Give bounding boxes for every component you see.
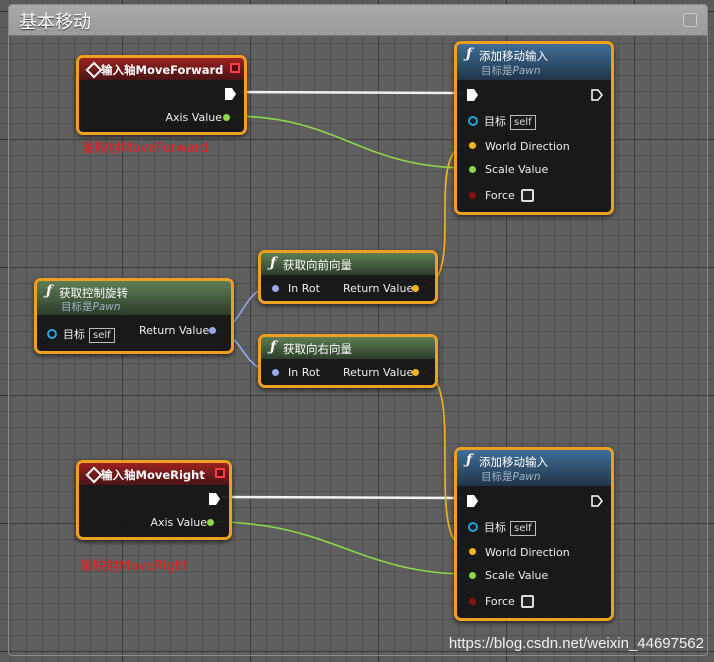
node-get-forward-vector[interactable]: ƒ 获取向前向量 In Rot Return Value bbox=[258, 250, 438, 304]
scale-value-label: Scale Value bbox=[485, 163, 549, 176]
force-label: Force bbox=[485, 595, 515, 608]
function-icon: ƒ bbox=[466, 452, 473, 468]
in-rot-label: In Rot bbox=[288, 282, 320, 295]
target-pin-row: 目标 self bbox=[63, 326, 115, 343]
scale-value-pin[interactable] bbox=[469, 166, 476, 173]
force-label: Force bbox=[485, 189, 515, 202]
scale-value-label: Scale Value bbox=[485, 569, 549, 582]
function-icon: ƒ bbox=[270, 255, 277, 271]
target-label: 目标 bbox=[484, 521, 506, 534]
node-get-right-vector[interactable]: ƒ 获取向右向量 In Rot Return Value bbox=[258, 334, 438, 388]
world-direction-pin[interactable] bbox=[469, 142, 476, 149]
world-direction-label: World Direction bbox=[485, 546, 570, 559]
node-header: ƒ 获取控制旋转 目标是Pawn bbox=[37, 281, 231, 315]
axis-value-pin[interactable] bbox=[207, 519, 214, 526]
target-default-box[interactable]: self bbox=[510, 115, 536, 130]
return-value-pin[interactable] bbox=[412, 369, 419, 376]
in-rot-label: In Rot bbox=[288, 366, 320, 379]
return-value-label: Return Value bbox=[343, 366, 414, 379]
node-subtitle: 目标是Pawn bbox=[481, 471, 541, 483]
axis-value-label: Axis Value bbox=[150, 516, 207, 529]
node-header: 输入轴MoveRight bbox=[79, 463, 229, 485]
force-checkbox[interactable] bbox=[521, 595, 534, 608]
node-input-axis-moveforward[interactable]: 输入轴MoveForward Axis Value bbox=[76, 55, 247, 135]
note-moveright: 轴映射MoveRight bbox=[80, 559, 189, 574]
node-title: 输入轴MoveForward bbox=[101, 63, 224, 77]
node-input-axis-moveright[interactable]: 输入轴MoveRight Axis Value bbox=[76, 460, 232, 540]
target-label: 目标 bbox=[484, 115, 506, 128]
event-diamond-icon bbox=[85, 61, 103, 79]
return-value-label: Return Value bbox=[343, 282, 414, 295]
scale-value-pin[interactable] bbox=[469, 572, 476, 579]
function-icon: ƒ bbox=[270, 339, 277, 355]
node-subtitle: 目标是Pawn bbox=[481, 65, 541, 77]
node-title: 获取向右向量 bbox=[283, 342, 352, 356]
return-value-pin[interactable] bbox=[412, 285, 419, 292]
node-add-movement-input-1[interactable]: ƒ 添加移动输入 目标是Pawn 目标 self World Direction … bbox=[454, 41, 614, 215]
target-pin[interactable] bbox=[47, 329, 57, 339]
comment-header[interactable]: 基本移动 bbox=[9, 5, 707, 36]
force-pin[interactable] bbox=[469, 192, 476, 199]
node-title: 添加移动输入 bbox=[479, 49, 548, 63]
return-value-pin[interactable] bbox=[209, 327, 216, 334]
force-checkbox[interactable] bbox=[521, 189, 534, 202]
watermark: https://blog.csdn.net/weixin_44697562 bbox=[448, 635, 704, 652]
node-header: ƒ 获取向右向量 bbox=[261, 337, 435, 359]
node-header: 输入轴MoveForward bbox=[79, 58, 244, 80]
in-rot-pin[interactable] bbox=[272, 285, 279, 292]
return-value-label: Return Value bbox=[139, 324, 210, 337]
node-subtitle: 目标是Pawn bbox=[61, 301, 121, 313]
axis-value-pin-row: Axis Value bbox=[150, 516, 207, 529]
world-direction-label: World Direction bbox=[485, 140, 570, 153]
axis-value-label: Axis Value bbox=[165, 111, 222, 124]
node-header: ƒ 添加移动输入 目标是Pawn bbox=[457, 44, 611, 80]
world-direction-pin[interactable] bbox=[469, 548, 476, 555]
axis-value-pin-row: Axis Value bbox=[165, 111, 222, 124]
target-label: 目标 bbox=[63, 328, 85, 341]
target-pin[interactable] bbox=[468, 116, 478, 126]
axis-value-pin[interactable] bbox=[223, 114, 230, 121]
node-get-control-rotation[interactable]: ƒ 获取控制旋转 目标是Pawn 目标 self Return Value bbox=[34, 278, 234, 354]
target-pin-row: 目标 self bbox=[484, 113, 536, 130]
target-default-box[interactable]: self bbox=[89, 328, 115, 343]
note-moveforward: 轴映射MoveForward bbox=[82, 141, 209, 156]
node-title: 输入轴MoveRight bbox=[101, 468, 205, 482]
event-diamond-icon bbox=[85, 466, 103, 484]
delegate-square-icon[interactable] bbox=[215, 468, 225, 478]
node-header: ƒ 添加移动输入 目标是Pawn bbox=[457, 450, 611, 486]
function-icon: ƒ bbox=[466, 46, 473, 62]
comment-title: 基本移动 bbox=[19, 12, 91, 33]
in-rot-pin[interactable] bbox=[272, 369, 279, 376]
delegate-square-icon[interactable] bbox=[230, 63, 240, 73]
comment-color-swatch[interactable] bbox=[683, 13, 697, 27]
function-icon: ƒ bbox=[46, 283, 53, 299]
target-pin-row: 目标 self bbox=[484, 519, 536, 536]
node-title: 获取向前向量 bbox=[283, 258, 352, 272]
node-add-movement-input-2[interactable]: ƒ 添加移动输入 目标是Pawn 目标 self World Direction … bbox=[454, 447, 614, 621]
target-default-box[interactable]: self bbox=[510, 521, 536, 536]
node-title: 添加移动输入 bbox=[479, 455, 548, 469]
target-pin[interactable] bbox=[468, 522, 478, 532]
force-pin[interactable] bbox=[469, 598, 476, 605]
node-header: ƒ 获取向前向量 bbox=[261, 253, 435, 275]
